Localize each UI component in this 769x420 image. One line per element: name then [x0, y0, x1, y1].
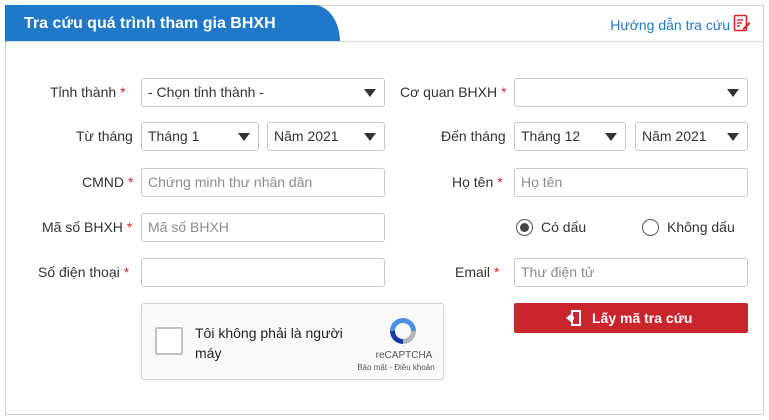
from-year-value: Năm 2021	[274, 128, 339, 144]
full-name-label-text: Họ tên	[452, 174, 494, 190]
recaptcha-logo-icon	[390, 318, 416, 344]
province-selected-value: - Chọn tỉnh thành -	[148, 84, 264, 100]
without-accent-label[interactable]: Không dấu	[667, 219, 735, 235]
province-label-text: Tỉnh thành	[50, 84, 117, 100]
province-label: Tỉnh thành *	[50, 84, 126, 100]
required-mark: *	[494, 264, 500, 280]
header-divider	[6, 41, 763, 42]
from-month-label: Từ tháng	[76, 128, 133, 144]
edit-document-icon[interactable]	[733, 14, 751, 32]
captcha-text: Tôi không phải là người máy	[195, 325, 343, 361]
agency-label-text: Cơ quan BHXH	[400, 84, 498, 100]
chevron-down-icon	[364, 133, 376, 141]
to-month-label: Đến tháng	[441, 128, 506, 144]
insurance-code-input[interactable]: Mã số BHXH	[141, 213, 385, 242]
phone-label: Số điện thoại *	[38, 264, 129, 280]
email-label: Email *	[455, 264, 499, 280]
insurance-code-label: Mã số BHXH *	[42, 219, 132, 235]
from-month-value: Tháng 1	[148, 128, 200, 144]
email-label-text: Email	[455, 264, 491, 280]
required-mark: *	[501, 84, 507, 100]
to-year-value: Năm 2021	[642, 128, 707, 144]
phone-label-text: Số điện thoại	[38, 264, 120, 280]
agency-label: Cơ quan BHXH *	[400, 84, 507, 100]
submit-label: Lấy mã tra cứu	[592, 310, 693, 326]
phone-input[interactable]	[141, 258, 385, 287]
full-name-label: Họ tên *	[452, 174, 503, 190]
chevron-down-icon	[727, 89, 739, 97]
without-accent-radio[interactable]	[642, 219, 659, 236]
required-mark: *	[123, 264, 130, 280]
get-lookup-code-button[interactable]: Lấy mã tra cứu	[514, 303, 748, 333]
required-mark: *	[126, 219, 133, 235]
agency-select[interactable]	[514, 78, 748, 107]
chevron-down-icon	[605, 133, 617, 141]
email-input[interactable]: Thư điện tử	[514, 258, 748, 287]
recaptcha-links[interactable]: Bảo mật - Điều khoản	[350, 363, 442, 372]
captcha-checkbox[interactable]	[155, 327, 183, 355]
guide-link[interactable]: Hướng dẫn tra cứu	[610, 17, 730, 33]
full-name-input[interactable]: Họ tên	[514, 168, 748, 197]
to-month-value: Tháng 12	[521, 128, 581, 144]
with-accent-label[interactable]: Có dấu	[541, 219, 586, 235]
page-title: Tra cứu quá trình tham gia BHXH	[24, 15, 276, 32]
required-mark: *	[497, 174, 503, 190]
chevron-down-icon	[727, 133, 739, 141]
to-month-select[interactable]: Tháng 12	[514, 122, 626, 151]
chevron-down-icon	[364, 89, 376, 97]
with-accent-radio[interactable]	[516, 219, 533, 236]
to-year-select[interactable]: Năm 2021	[635, 122, 748, 151]
recaptcha-widget: Tôi không phải là người máy reCAPTCHA Bả…	[141, 303, 444, 380]
title-tab: Tra cứu quá trình tham gia BHXH	[5, 5, 340, 42]
from-month-select[interactable]: Tháng 1	[141, 122, 259, 151]
required-mark: *	[128, 174, 134, 190]
required-mark: *	[120, 84, 126, 100]
exit-door-icon	[566, 310, 581, 326]
chevron-down-icon	[238, 133, 250, 141]
province-select[interactable]: - Chọn tỉnh thành -	[141, 78, 385, 107]
id-card-label-text: CMND	[82, 174, 124, 190]
id-card-input[interactable]: Chứng minh thư nhân dân	[141, 168, 385, 197]
insurance-code-label-text: Mã số BHXH	[42, 219, 123, 235]
recaptcha-brand: reCAPTCHA	[375, 350, 433, 361]
id-card-label: CMND *	[82, 174, 133, 190]
from-year-select[interactable]: Năm 2021	[267, 122, 385, 151]
lookup-panel: Tra cứu quá trình tham gia BHXH Hướng dẫ…	[5, 5, 764, 415]
